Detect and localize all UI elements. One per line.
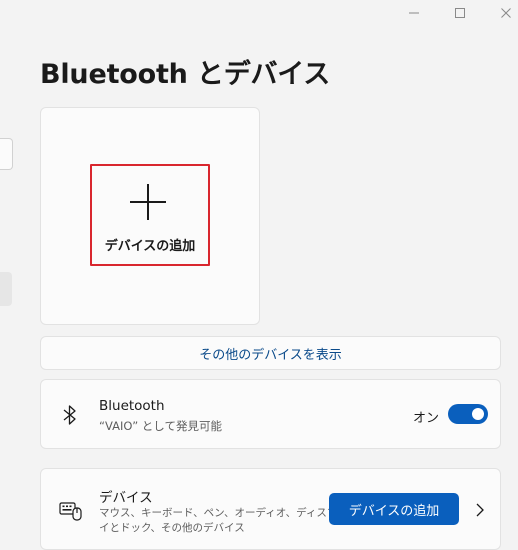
devices-title: デバイス: [99, 490, 153, 506]
maximize-button[interactable]: [446, 4, 474, 22]
bluetooth-toggle-label: オン: [413, 411, 440, 426]
add-device-button[interactable]: デバイスの追加: [329, 493, 459, 525]
devices-subtitle-line1: マウス、キーボード、ペン、オーディオ、ディスプレ: [99, 507, 348, 519]
show-more-devices-label: その他のデバイスを表示: [199, 347, 342, 363]
add-device-button-label: デバイスの追加: [348, 503, 440, 519]
close-icon: [501, 8, 511, 18]
sidebar-selected-item-edge[interactable]: [0, 272, 12, 306]
highlight-box: [90, 164, 210, 266]
bluetooth-title: Bluetooth: [99, 398, 165, 414]
page-title: Bluetooth とデバイス: [40, 59, 331, 90]
devices-card[interactable]: デバイス マウス、キーボード、ペン、オーディオ、ディスプレ イとドック、その他の…: [40, 468, 501, 550]
devices-subtitle-line2: イとドック、その他のデバイス: [99, 522, 245, 534]
maximize-icon: [455, 8, 465, 18]
settings-window: Bluetooth とデバイス デバイスの追加 その他のデバイスを表示 Blue…: [0, 0, 518, 550]
bluetooth-card: Bluetooth “VAIO” として発見可能 オン: [40, 379, 501, 449]
close-button[interactable]: [492, 4, 518, 22]
bluetooth-subtitle: “VAIO” として発見可能: [99, 419, 222, 433]
chevron-right-icon[interactable]: [475, 503, 485, 517]
toggle-knob: [472, 408, 484, 420]
keyboard-mouse-icon: [59, 502, 82, 521]
bluetooth-toggle[interactable]: [448, 404, 488, 424]
bluetooth-icon: [63, 405, 76, 425]
minimize-icon: [409, 12, 419, 14]
sidebar-search-box-edge[interactable]: [0, 138, 13, 170]
minimize-button[interactable]: [400, 4, 428, 22]
show-more-devices-button[interactable]: その他のデバイスを表示: [40, 336, 501, 370]
